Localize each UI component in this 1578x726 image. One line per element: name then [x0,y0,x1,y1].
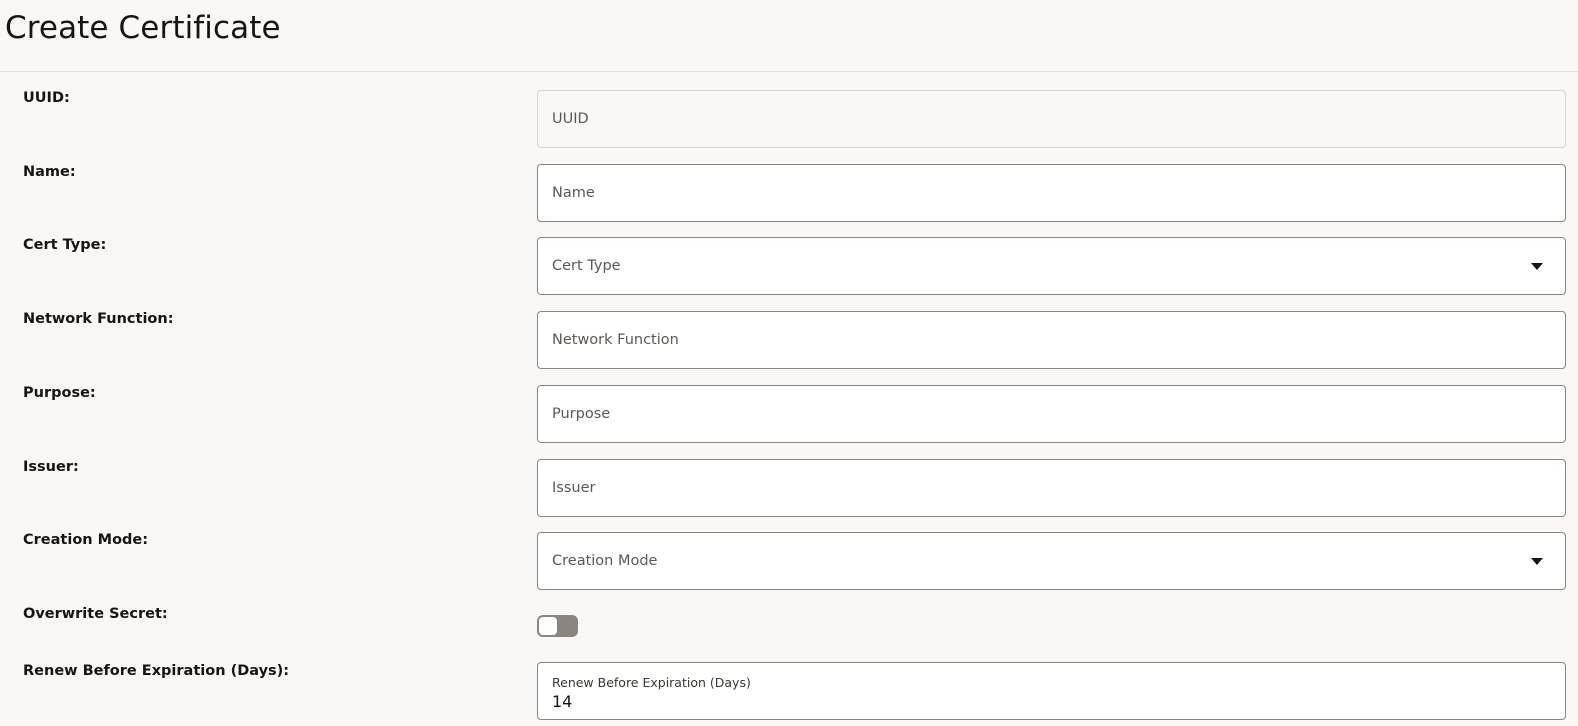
purpose-field-wrapper [537,385,1566,443]
purpose-input[interactable] [538,386,1565,442]
creation-mode-select[interactable]: Creation Mode [537,532,1566,590]
name-label: Name: [23,164,76,180]
issuer-field-wrapper [537,459,1566,517]
name-input[interactable] [538,165,1565,221]
cert-type-label: Cert Type: [23,237,107,253]
renew-before-expiration-field[interactable]: Renew Before Expiration (Days) 14 [537,662,1566,720]
renew-before-expiration-label: Renew Before Expiration (Days): [23,663,290,679]
purpose-label: Purpose: [23,385,96,401]
uuid-input[interactable] [538,91,1565,147]
page-title: Create Certificate [5,10,281,46]
toggle-knob [538,616,558,636]
issuer-input[interactable] [538,460,1565,516]
uuid-field-wrapper [537,90,1566,148]
network-function-label: Network Function: [23,311,174,327]
renew-before-expiration-inner-label: Renew Before Expiration (Days) [552,675,751,690]
chevron-down-icon[interactable] [1531,558,1543,565]
creation-mode-placeholder: Creation Mode [552,553,658,569]
chevron-down-icon[interactable] [1531,263,1543,270]
uuid-label: UUID: [23,90,70,106]
creation-mode-label: Creation Mode: [23,532,149,548]
cert-type-select[interactable]: Cert Type [537,237,1566,295]
overwrite-secret-toggle[interactable] [537,615,578,637]
name-field-wrapper [537,164,1566,222]
page-header: Create Certificate [0,0,1578,72]
cert-type-placeholder: Cert Type [552,258,621,274]
network-function-input[interactable] [538,312,1565,368]
network-function-field-wrapper [537,311,1566,369]
renew-before-expiration-value[interactable]: 14 [552,692,572,711]
issuer-label: Issuer: [23,459,79,475]
overwrite-secret-label: Overwrite Secret: [23,606,168,622]
